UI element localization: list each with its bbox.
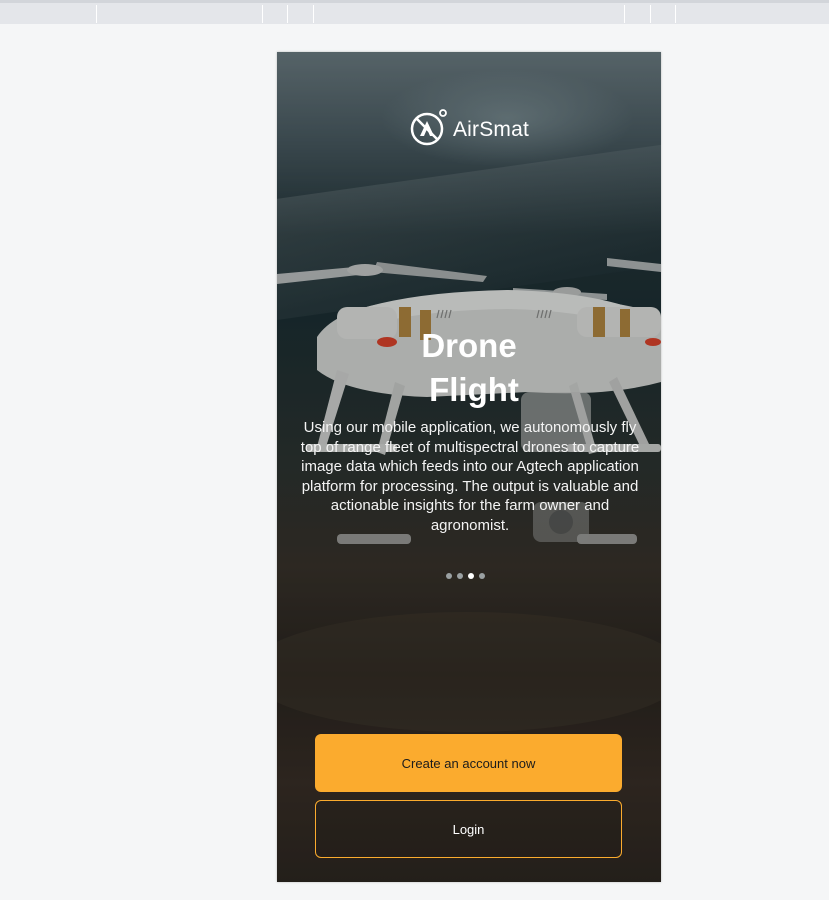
onboarding-screen: AirSmat Drone Flight Using our mobile ap…	[277, 52, 661, 882]
tab-separator	[96, 5, 97, 23]
pagination-dot[interactable]	[457, 573, 463, 579]
slide-title-line2: Flight	[429, 371, 519, 408]
brand-logo: AirSmat	[277, 107, 661, 147]
slide-description: Using our mobile application, we autonom…	[300, 419, 640, 534]
login-button[interactable]: Login	[315, 800, 622, 858]
tab-separator	[313, 5, 314, 23]
brand-name: AirSmat	[452, 118, 530, 141]
slide-title-line1: Drone	[421, 327, 517, 364]
tab-separator	[650, 5, 651, 23]
tab-separator	[287, 5, 288, 23]
pagination-dot[interactable]	[479, 573, 485, 579]
pagination-dot-active[interactable]	[468, 573, 474, 579]
tab-separator	[624, 5, 625, 23]
browser-tab-strip	[0, 0, 829, 24]
slide-title: Drone Flight	[277, 324, 661, 412]
create-account-button[interactable]: Create an account now	[315, 734, 622, 792]
carousel-pagination	[446, 573, 485, 579]
airsmat-logo-icon	[410, 109, 447, 146]
tab-separator	[675, 5, 676, 23]
tab-separator	[262, 5, 263, 23]
pagination-dot[interactable]	[446, 573, 452, 579]
